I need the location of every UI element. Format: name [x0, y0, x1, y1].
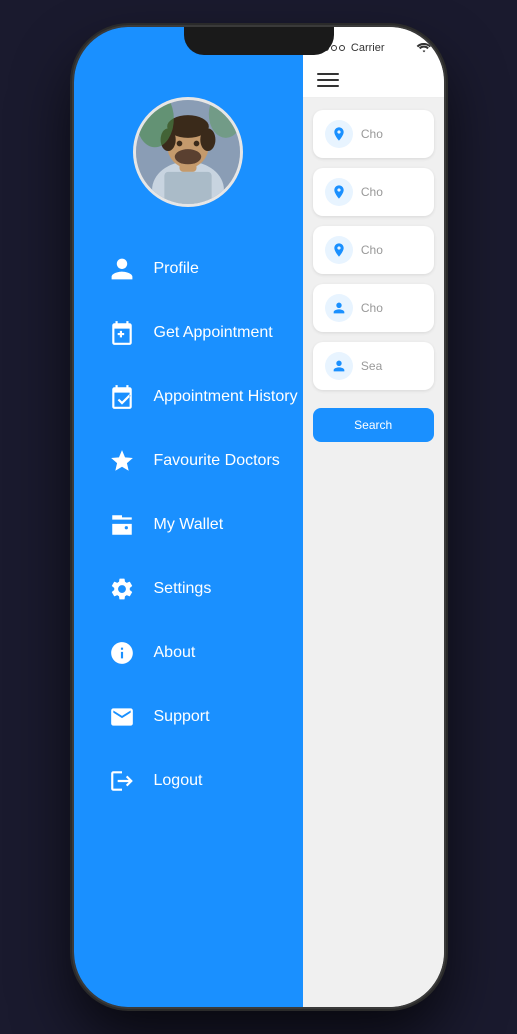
dot3 — [331, 45, 337, 51]
phone-screen: Profile Get Appointment — [74, 27, 444, 1007]
settings-label: Settings — [154, 580, 212, 598]
hamburger-line-2 — [317, 79, 339, 81]
hamburger-line-1 — [317, 73, 339, 75]
calendar-check-icon — [104, 379, 140, 415]
carrier-text: Carrier — [351, 42, 385, 54]
search-item-2[interactable]: Cho — [313, 168, 434, 216]
sidebar-item-logout[interactable]: Logout — [84, 749, 293, 813]
search-text-5: Sea — [361, 359, 382, 373]
phone-notch — [184, 27, 334, 55]
person-blue-icon — [325, 294, 353, 322]
person-icon — [104, 251, 140, 287]
my-wallet-label: My Wallet — [154, 516, 224, 534]
calendar-icon — [104, 315, 140, 351]
location-pin-icon-3 — [325, 236, 353, 264]
search-text-2: Cho — [361, 185, 383, 199]
appointment-history-label: Appointment History — [154, 388, 298, 406]
sidebar-item-my-wallet[interactable]: My Wallet — [84, 493, 293, 557]
about-label: About — [154, 644, 196, 662]
avatar — [133, 97, 243, 207]
search-text-3: Cho — [361, 243, 383, 257]
logout-icon — [104, 763, 140, 799]
support-label: Support — [154, 708, 210, 726]
location-pin-icon-2 — [325, 178, 353, 206]
search-item-3[interactable]: Cho — [313, 226, 434, 274]
hamburger-menu-button[interactable] — [317, 73, 339, 87]
star-icon — [104, 443, 140, 479]
right-panel-content: Cho Cho — [303, 98, 444, 1007]
search-item-5[interactable]: Sea — [313, 342, 434, 390]
logout-label: Logout — [154, 772, 203, 790]
menu-list: Profile Get Appointment — [74, 237, 303, 813]
sidebar: Profile Get Appointment — [74, 27, 303, 1007]
wallet-icon — [104, 507, 140, 543]
sidebar-item-profile[interactable]: Profile — [84, 237, 293, 301]
info-icon — [104, 635, 140, 671]
search-text-4: Cho — [361, 301, 383, 315]
location-pin-blue-icon — [325, 120, 353, 148]
sidebar-item-support[interactable]: Support — [84, 685, 293, 749]
sidebar-item-about[interactable]: About — [84, 621, 293, 685]
search-button[interactable]: Search — [313, 408, 434, 442]
search-item-1[interactable]: Cho — [313, 110, 434, 158]
get-appointment-label: Get Appointment — [154, 324, 273, 342]
search-item-4[interactable]: Cho — [313, 284, 434, 332]
search-text-1: Cho — [361, 127, 383, 141]
gear-icon — [104, 571, 140, 607]
envelope-icon — [104, 699, 140, 735]
right-panel: Carrier — [303, 27, 444, 1007]
dot4 — [339, 45, 345, 51]
profile-label: Profile — [154, 260, 199, 278]
favourite-doctors-label: Favourite Doctors — [154, 452, 280, 470]
sidebar-item-appointment-history[interactable]: Appointment History — [84, 365, 293, 429]
sidebar-item-settings[interactable]: Settings — [84, 557, 293, 621]
hamburger-line-3 — [317, 85, 339, 87]
hamburger-bar — [303, 65, 444, 98]
sidebar-item-favourite-doctors[interactable]: Favourite Doctors — [84, 429, 293, 493]
phone-frame: Profile Get Appointment — [74, 27, 444, 1007]
wifi-icon — [416, 41, 432, 56]
doctor-icon — [325, 352, 353, 380]
sidebar-item-get-appointment[interactable]: Get Appointment — [84, 301, 293, 365]
